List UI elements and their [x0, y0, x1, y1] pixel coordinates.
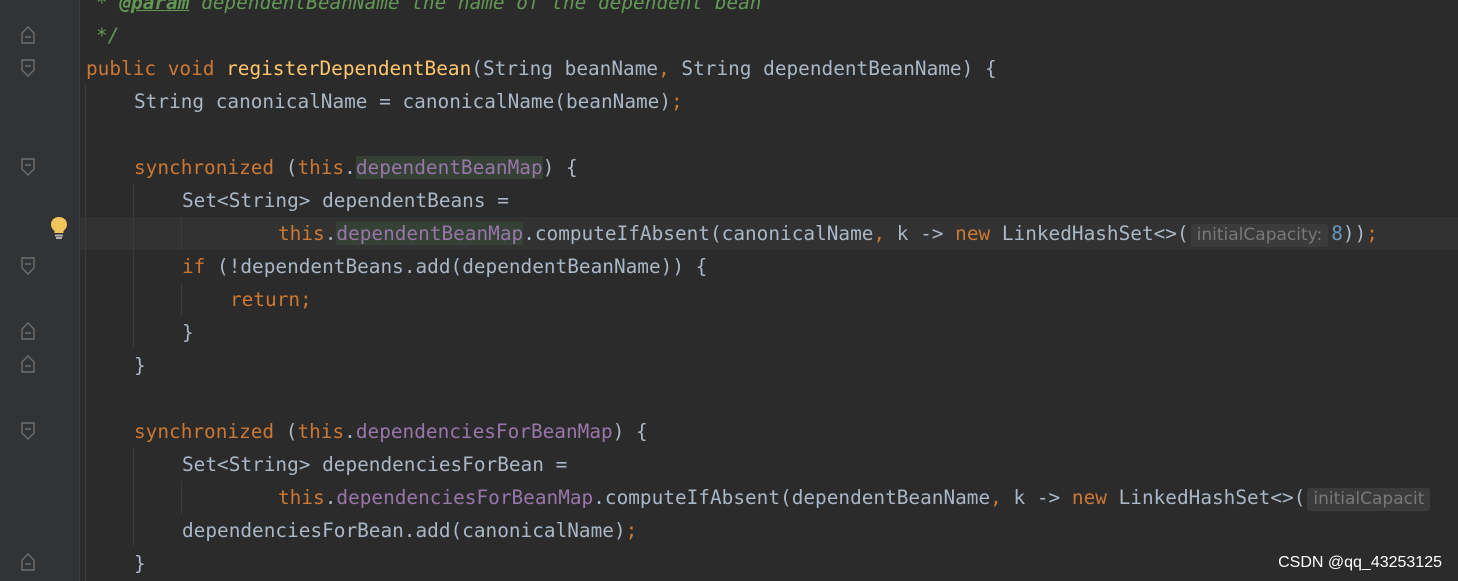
keyword-new: new [1071, 486, 1107, 509]
code-text: k -> [885, 222, 956, 245]
fold-marker-icon[interactable] [21, 422, 35, 440]
fold-marker-icon[interactable] [21, 553, 35, 571]
code-text: dependenciesForBean.add(canonicalName) [182, 519, 626, 542]
code-text: ) { [542, 156, 578, 179]
code-line-5[interactable]: synchronized (this.dependentBeanMap) { [134, 151, 578, 184]
code-line-1[interactable]: * @param dependentBeanName the name of t… [96, 0, 761, 19]
comment-text: * [96, 0, 120, 14]
code-text: } [134, 552, 146, 575]
code-line-12[interactable]: synchronized (this.dependenciesForBeanMa… [134, 415, 648, 448]
code-line-9[interactable]: return; [230, 283, 312, 316]
field-highlighted: dependentBeanMap [355, 156, 543, 179]
code-line-4[interactable]: String canonicalName = canonicalName(bea… [134, 85, 683, 118]
code-line-13[interactable]: Set<String> dependenciesForBean = [182, 448, 567, 481]
parameter-hint: initialCapacit [1307, 488, 1431, 511]
indent-guide [181, 217, 182, 250]
code-text: LinkedHashSet<>( [990, 222, 1189, 245]
code-text: (String beanName [471, 57, 659, 80]
semicolon: ; [625, 519, 638, 542]
indent-guide [133, 448, 134, 546]
code-text: ) { [612, 420, 648, 443]
punctuation: , [990, 486, 1002, 509]
field-name: dependenciesForBeanMap [355, 420, 613, 443]
indent-guide [133, 184, 134, 348]
indent-guide [85, 84, 86, 581]
code-text: .computeIfAbsent(canonicalName [523, 222, 874, 245]
code-text: Set<String> dependenciesForBean = [182, 453, 568, 476]
code-line-8[interactable]: if (!dependentBeans.add(dependentBeanNam… [182, 250, 707, 283]
keyword-this: this [297, 156, 345, 179]
code-line-2[interactable]: */ [96, 19, 119, 52]
code-line-15[interactable]: dependenciesForBean.add(canonicalName); [182, 514, 637, 547]
code-text: (!dependentBeans.add(dependentBeanName))… [205, 255, 708, 278]
keyword-new: new [955, 222, 991, 245]
comment-end: */ [96, 24, 120, 47]
code-text: LinkedHashSet<>( [1106, 486, 1306, 509]
punctuation: , [658, 57, 670, 80]
code-text: ( [274, 420, 298, 443]
parameter-hint: initialCapacity: [1190, 224, 1329, 247]
javadoc-tag: @param [119, 0, 190, 14]
method-name: registerDependentBean [226, 57, 472, 80]
code-line-6[interactable]: Set<String> dependentBeans = [182, 184, 509, 217]
fold-marker-icon[interactable] [21, 59, 35, 77]
code-text: . [324, 222, 337, 245]
punctuation: , [873, 222, 886, 245]
fold-marker-icon[interactable] [21, 158, 35, 176]
code-text: . [344, 156, 356, 179]
code-line-7[interactable]: this.dependentBeanMap.computeIfAbsent(ca… [278, 217, 1378, 250]
indent-guide [181, 283, 182, 316]
lightbulb-icon[interactable] [50, 216, 68, 240]
indent-guide [181, 481, 182, 514]
code-line-14[interactable]: this.dependenciesForBeanMap.computeIfAbs… [278, 481, 1433, 514]
fold-marker-icon[interactable] [21, 322, 35, 340]
code-editor[interactable]: * @param dependentBeanName the name of t… [0, 0, 1458, 581]
keyword: synchronized [134, 156, 275, 179]
keyword: public void [86, 57, 227, 80]
code-text: } [182, 321, 194, 344]
semicolon: ; [1366, 222, 1378, 245]
field-name: dependenciesForBeanMap [336, 486, 594, 509]
watermark-text: CSDN @qq_43253125 [1278, 554, 1442, 571]
keyword-this: this [278, 486, 325, 509]
code-text: String canonicalName = canonicalName(bea… [134, 90, 672, 113]
code-text: Set<String> dependentBeans = [182, 189, 509, 212]
keyword-this: this [278, 222, 325, 245]
keyword: if [182, 255, 206, 278]
fold-marker-icon[interactable] [21, 26, 35, 44]
code-text: String dependentBeanName) { [669, 57, 997, 80]
code-text: . [324, 486, 337, 509]
comment-text: dependentBeanName the name of the depend… [189, 0, 762, 14]
field-highlighted: dependentBeanMap [336, 222, 524, 245]
code-text: )) [1342, 222, 1367, 245]
code-text: ( [274, 156, 298, 179]
number-literal: 8 [1331, 222, 1343, 245]
keyword-this: this [297, 420, 345, 443]
editor-gutter [0, 0, 80, 581]
fold-marker-icon[interactable] [21, 355, 35, 373]
keyword: synchronized [134, 420, 275, 443]
fold-marker-icon[interactable] [21, 257, 35, 275]
semicolon: ; [300, 288, 312, 311]
gutter-separator [79, 0, 80, 581]
code-line-3[interactable]: public void registerDependentBean(String… [86, 52, 997, 85]
code-text: .computeIfAbsent(dependentBeanName [593, 486, 991, 509]
code-text: . [344, 420, 356, 443]
keyword: return [230, 288, 301, 311]
code-text: k -> [1001, 486, 1072, 509]
semicolon: ; [671, 90, 683, 113]
code-line-16[interactable]: } [134, 547, 146, 580]
code-line-11[interactable]: } [134, 349, 146, 382]
code-text: } [134, 354, 146, 377]
code-line-10[interactable]: } [182, 316, 194, 349]
